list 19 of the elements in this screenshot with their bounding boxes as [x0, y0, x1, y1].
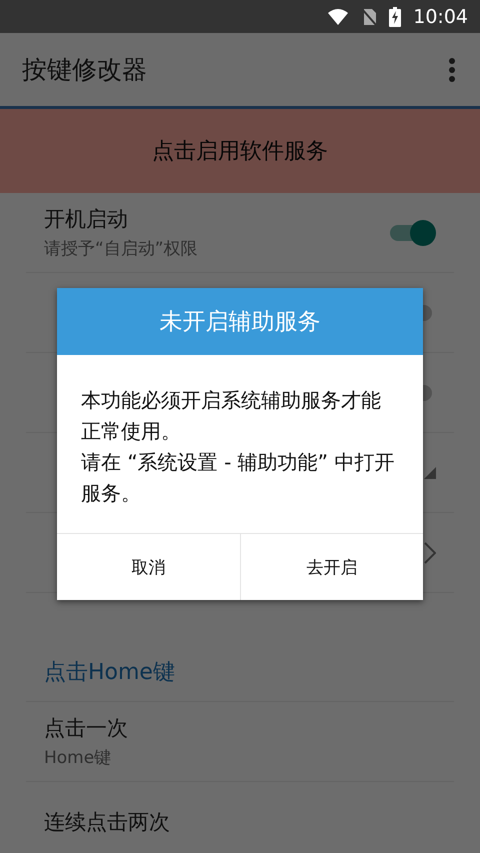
setting-subtitle: Home键 [44, 747, 112, 769]
app-title: 按键修改器 [22, 54, 147, 86]
dialog-message: 请在 “系统设置 - 辅助功能” 中打开服务。 [81, 449, 395, 507]
setting-subtitle: 请授予“自启动”权限 [44, 238, 198, 260]
dropdown-icon[interactable] [424, 466, 436, 478]
dialog-title: 未开启辅助服务 [57, 288, 423, 355]
dialog-button[interactable]: 取消 [57, 534, 240, 600]
chevron-right-icon[interactable] [424, 542, 436, 564]
wifi-icon [327, 8, 350, 26]
setting-title: 点击一次 [44, 715, 128, 742]
setting-title: 连续点击两次 [44, 808, 170, 836]
status-time: 10:04 [413, 6, 468, 28]
section-header: 点击Home键 [26, 643, 454, 702]
no-sim-icon [361, 8, 378, 26]
dialog-message: 本功能必须开启系统辅助服务才能正常使用。 [81, 387, 382, 445]
setting-title: 开机启动 [44, 206, 129, 233]
battery-charging-icon [389, 6, 402, 26]
more-options-icon[interactable] [448, 56, 456, 82]
dialog-button[interactable]: 去开启 [240, 534, 423, 600]
